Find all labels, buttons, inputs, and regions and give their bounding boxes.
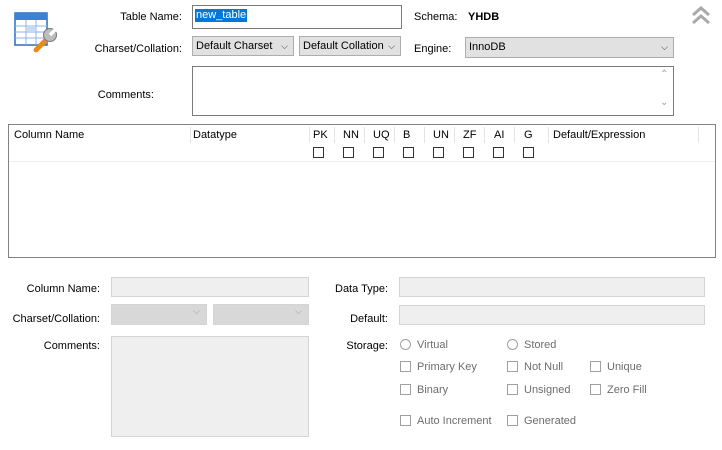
uq-checkbox[interactable] [373,147,384,158]
col-header-datatype[interactable]: Datatype [193,128,237,142]
col-header-ai[interactable]: AI [494,128,504,142]
virtual-label: Virtual [417,339,448,351]
detail-charset-collation-label: Charset/Collation: [12,313,100,325]
storage-label: Storage: [346,340,388,352]
charset-value: Default Charset [196,40,273,52]
comments-label: Comments: [97,89,154,101]
double-chevron-up-icon[interactable] [690,4,712,26]
col-header-zf[interactable]: ZF [463,128,476,142]
primary-key-checkbox[interactable] [400,361,411,372]
chevron-down-icon: ⌵ [295,306,302,316]
engine-select[interactable]: InnoDB ⌵ [465,37,674,58]
col-header-uq[interactable]: UQ [373,128,390,142]
col-header-pk[interactable]: PK [313,128,328,142]
not-null-checkbox[interactable] [507,361,518,372]
not-null-label: Not Null [524,361,564,373]
zf-checkbox[interactable] [463,147,474,158]
table-wrench-icon [14,10,59,54]
chevron-down-icon: ⌵ [281,41,288,51]
detail-comments-textarea[interactable] [111,336,309,437]
scroll-up-icon[interactable]: ⌃ [660,69,668,80]
col-header-g[interactable]: G [524,128,533,142]
table-name-value: new_table [195,9,248,22]
ai-checkbox[interactable] [493,147,504,158]
pk-checkbox[interactable] [313,147,324,158]
unique-checkbox[interactable] [590,361,601,372]
detail-charset-select[interactable]: ⌵ [111,304,207,325]
stored-label: Stored [524,339,557,351]
binary-checkbox[interactable] [400,384,411,395]
engine-value: InnoDB [469,41,506,53]
chevron-down-icon: ⌵ [661,42,668,52]
chevron-down-icon: ⌵ [386,37,395,55]
unsigned-checkbox[interactable] [507,384,518,395]
columns-grid[interactable]: Column Name Datatype PK NN UQ B UN ZF AI… [8,124,716,258]
col-header-nn[interactable]: NN [343,128,359,142]
b-checkbox[interactable] [403,147,414,158]
nn-checkbox[interactable] [343,147,354,158]
data-type-label: Data Type: [335,283,388,295]
zero-fill-label: Zero Fill [607,384,647,396]
col-header-un[interactable]: UN [433,128,449,142]
detail-collation-select[interactable]: ⌵ [213,304,309,325]
comments-textarea[interactable]: ⌃ ⌄ [192,66,674,116]
auto-increment-checkbox[interactable] [400,415,411,426]
virtual-radio[interactable] [400,339,411,350]
schema-value: YHDB [468,11,500,23]
grid-header: Column Name Datatype PK NN UQ B UN ZF AI… [9,125,715,162]
table-name-field[interactable]: new_table [192,5,402,29]
zero-fill-checkbox[interactable] [590,384,601,395]
chevron-down-icon: ⌵ [193,306,200,316]
primary-key-label: Primary Key [417,361,477,373]
scrollbar[interactable]: ⌃ ⌄ [657,67,673,115]
g-checkbox[interactable] [523,147,534,158]
collation-select[interactable]: Default Collation ⌵ [299,36,401,56]
table-name-label: Table Name: [120,11,182,23]
generated-label: Generated [524,415,576,427]
engine-label: Engine: [414,43,452,55]
auto-increment-label: Auto Increment [417,415,492,427]
un-checkbox[interactable] [433,147,444,158]
stored-radio[interactable] [507,339,518,350]
unique-label: Unique [607,361,642,373]
column-name-field[interactable] [111,277,309,297]
col-header-default-expression[interactable]: Default/Expression [553,128,645,142]
charset-collation-label: Charset/Collation: [94,43,182,55]
data-type-field[interactable] [399,277,705,297]
scroll-down-icon[interactable]: ⌄ [660,97,668,108]
column-name-label: Column Name: [26,283,100,295]
collation-value: Default Collation [303,40,384,52]
col-header-b[interactable]: B [403,128,410,142]
generated-checkbox[interactable] [507,415,518,426]
col-header-column-name[interactable]: Column Name [14,128,84,142]
detail-comments-label: Comments: [43,340,100,352]
default-label: Default: [350,313,388,325]
schema-label: Schema: [414,11,458,23]
unsigned-label: Unsigned [524,384,571,396]
default-field[interactable] [399,305,705,325]
binary-label: Binary [417,384,449,396]
charset-select[interactable]: Default Charset ⌵ [192,36,294,56]
